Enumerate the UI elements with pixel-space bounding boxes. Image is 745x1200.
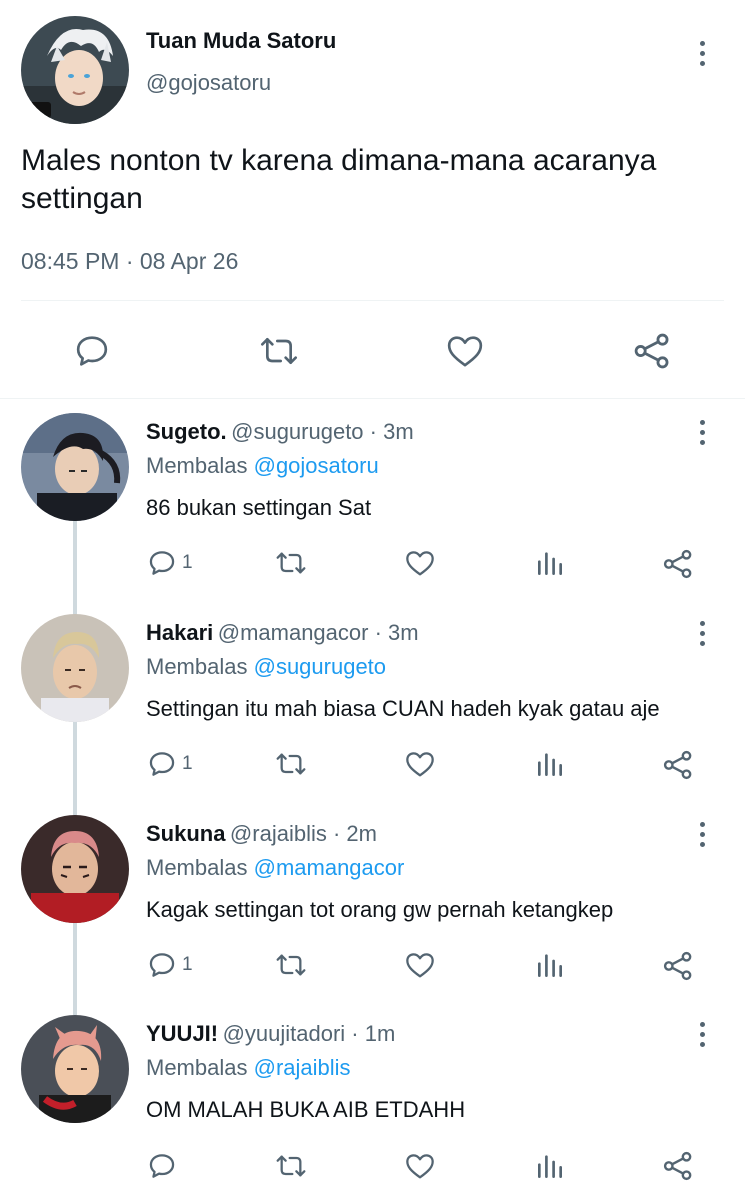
share-icon [663,549,692,579]
analytics-icon [538,753,562,776]
reply-handle-time[interactable]: @sugurugeto · 3m [231,419,414,444]
author-handle[interactable]: @gojosatoru [146,70,271,96]
replying-to-handle[interactable]: @mamangacor [254,855,405,880]
share-icon [663,750,692,780]
retweet-icon [261,338,297,364]
like-icon [406,752,434,777]
reply-count: 1 [182,753,193,774]
more-options-icon[interactable] [692,822,712,847]
share-button[interactable] [661,547,695,581]
retweet-button[interactable] [273,547,309,579]
like-icon [406,1154,434,1179]
retweet-icon [276,954,306,976]
replying-label: Membalas [146,1055,248,1080]
retweet-icon [276,1155,306,1177]
avatar-hakari[interactable] [21,614,129,722]
like-button[interactable] [403,1150,437,1182]
reply-icon [149,1154,175,1178]
share-button[interactable] [661,748,695,782]
reply-button[interactable]: 1 [146,748,193,780]
more-options-icon[interactable] [692,1022,712,1047]
tweet-text: Males nonton tv karena dimana-mana acara… [21,142,656,218]
share-button[interactable] [661,1149,695,1183]
section-divider [0,398,745,399]
tweet-text-line-1: Males nonton tv karena dimana-mana acara… [21,144,657,177]
reply-icon [149,551,175,575]
like-icon [406,551,434,576]
replying-to: Membalas @sugurugeto [146,654,386,680]
avatar-sugeto[interactable] [21,413,129,521]
retweet-icon [276,552,306,574]
like-button[interactable] [444,331,486,371]
analytics-button[interactable] [534,748,566,780]
analytics-icon [538,1155,562,1178]
tweet-text-line-2: settingan [21,182,143,215]
more-options-icon[interactable] [692,41,712,66]
reply-header: YUUJI! @yuujitadori · 1m [146,1021,395,1047]
replying-label: Membalas [146,453,248,478]
share-icon [663,951,692,981]
more-options-icon[interactable] [692,420,712,445]
share-icon [663,1151,692,1181]
retweet-button[interactable] [273,1150,309,1182]
replying-to: Membalas @mamangacor [146,855,404,881]
analytics-button[interactable] [534,547,566,579]
reply-icon [76,336,108,366]
reply-button[interactable]: 1 [146,547,193,579]
replying-to-handle[interactable]: @gojosatoru [254,453,379,478]
reply-display-name[interactable]: YUUJI! [146,1021,218,1046]
like-icon [447,336,483,367]
reply-handle-time[interactable]: @rajaiblis · 2m [230,821,377,846]
reply-header: Sukuna @rajaiblis · 2m [146,821,377,847]
reply-text: Settingan itu mah biasa CUAN hadeh kyak … [146,696,660,721]
retweet-button[interactable] [273,748,309,780]
reply-display-name[interactable]: Sukuna [146,821,225,846]
share-button[interactable] [631,330,673,372]
reply-header: Sugeto. @sugurugeto · 3m [146,419,414,445]
like-button[interactable] [403,949,437,981]
reply-button[interactable] [146,1150,182,1182]
replying-to-handle[interactable]: @sugurugeto [254,654,386,679]
like-icon [406,953,434,978]
reply-button[interactable] [72,331,112,371]
reply-count: 1 [182,954,193,975]
reply-text: Kagak settingan tot orang gw pernah keta… [146,897,614,922]
like-button[interactable] [403,547,437,579]
like-button[interactable] [403,748,437,780]
replying-label: Membalas [146,654,248,679]
reply-text: OM MALAH BUKA AIB ETDAHH [146,1097,466,1122]
author-display-name[interactable]: Tuan Muda Satoru [146,28,336,54]
retweet-icon [276,753,306,775]
analytics-button[interactable] [534,1150,566,1182]
reply-handle-time[interactable]: @yuujitadori · 1m [223,1021,396,1046]
more-options-icon[interactable] [692,621,712,646]
reply-icon [149,752,175,776]
avatar-yuuji[interactable] [21,1015,129,1123]
share-button[interactable] [661,949,695,983]
analytics-icon [538,552,562,575]
tweet-timestamp[interactable]: 08:45 PM · 08 Apr 26 [21,248,238,275]
analytics-button[interactable] [534,949,566,981]
avatar-gojo[interactable] [21,16,129,124]
reply-display-name[interactable]: Sugeto. [146,419,227,444]
avatar-sukuna[interactable] [21,815,129,923]
replying-to: Membalas @rajaiblis [146,1055,351,1081]
replying-to: Membalas @gojosatoru [146,453,379,479]
reply-display-name[interactable]: Hakari [146,620,213,645]
reply-icon [149,953,175,977]
reply-handle-time[interactable]: @mamangacor · 3m [218,620,419,645]
thread-line [73,520,77,1015]
replying-to-handle[interactable]: @rajaiblis [254,1055,351,1080]
reply-button[interactable]: 1 [146,949,193,981]
reply-text: 86 bukan settingan Sat [146,495,372,520]
reply-header: Hakari @mamangacor · 3m [146,620,419,646]
divider [21,300,724,301]
retweet-button[interactable] [273,949,309,981]
reply-count: 1 [182,552,193,573]
replying-label: Membalas [146,855,248,880]
retweet-button[interactable] [257,331,301,371]
share-icon [634,333,669,369]
analytics-icon [538,954,562,977]
